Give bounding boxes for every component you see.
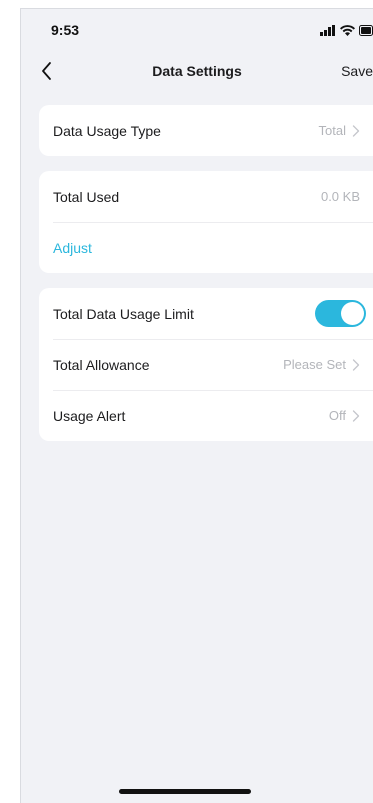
usage-alert-value-group: Off: [329, 408, 360, 423]
usage-type-row[interactable]: Data Usage Type Total: [39, 105, 373, 156]
status-icons: [320, 23, 373, 41]
toggle-knob: [341, 302, 364, 325]
adjust-row[interactable]: Adjust: [39, 222, 373, 273]
total-used-row: Total Used 0.0 KB: [39, 171, 373, 222]
usage-type-value-group: Total: [319, 123, 360, 138]
navigation-bar: Data Settings Save: [21, 57, 373, 87]
data-limit-row: Total Data Usage Limit: [39, 288, 373, 339]
total-used-card: Total Used 0.0 KB Adjust: [39, 171, 373, 273]
total-allowance-value-group: Please Set: [283, 357, 360, 372]
total-used-value: 0.0 KB: [320, 189, 360, 204]
usage-type-card: Data Usage Type Total: [39, 105, 373, 156]
data-limit-card: Total Data Usage Limit Total Allowance P…: [39, 288, 373, 441]
total-allowance-value: Please Set: [283, 357, 346, 372]
total-used-label: Total Used: [53, 188, 120, 205]
data-limit-label: Total Data Usage Limit: [53, 305, 194, 322]
home-indicator: [119, 789, 251, 794]
total-allowance-row[interactable]: Total Allowance Please Set: [39, 339, 373, 390]
usage-type-label: Data Usage Type: [53, 122, 161, 139]
status-bar: 9:53: [21, 9, 373, 49]
status-time: 9:53: [51, 22, 80, 38]
usage-alert-label: Usage Alert: [53, 407, 126, 424]
usage-alert-value: Off: [328, 408, 346, 423]
usage-alert-row[interactable]: Usage Alert Off: [39, 390, 373, 441]
usage-type-value: Total: [318, 123, 346, 138]
data-limit-toggle[interactable]: [315, 300, 366, 327]
chevron-right-icon: [352, 358, 360, 371]
page-title: Data Settings: [152, 63, 242, 79]
chevron-right-icon: [352, 409, 360, 422]
signal-icon: [320, 23, 336, 41]
total-used-value-group: 0.0 KB: [321, 189, 360, 204]
chevron-right-icon: [352, 124, 360, 137]
phone-screen: 9:53 Data Settings Save Data Usage Type …: [20, 8, 373, 803]
save-button[interactable]: Save: [341, 63, 373, 79]
adjust-button[interactable]: Adjust: [53, 240, 92, 256]
total-allowance-label: Total Allowance: [53, 356, 150, 373]
wifi-icon: [340, 23, 355, 41]
battery-icon: [359, 23, 373, 41]
